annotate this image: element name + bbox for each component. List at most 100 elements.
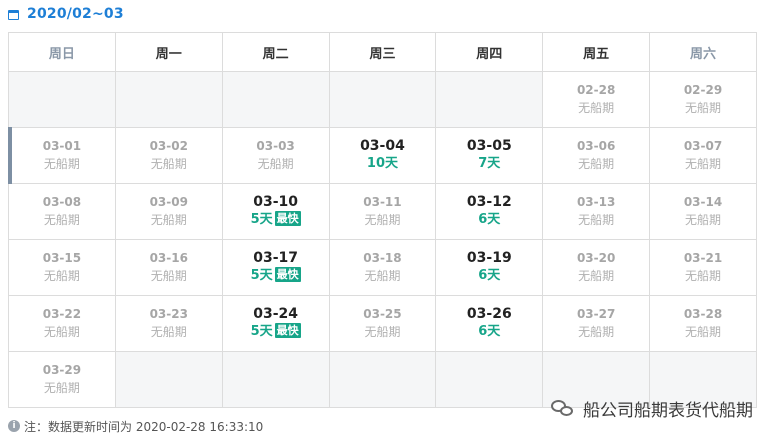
day-date: 03-29 bbox=[42, 363, 82, 377]
day-date: 03-26 bbox=[466, 306, 512, 322]
no-sailing-label: 无船期 bbox=[543, 99, 649, 117]
transit-days: 10天 bbox=[330, 155, 436, 173]
day-status-text: 6天 bbox=[478, 212, 501, 227]
calendar-day-cell: 03-21 无船期 bbox=[649, 239, 757, 296]
day-date: 03-20 bbox=[576, 251, 616, 265]
no-sailing-label: 无船期 bbox=[9, 323, 115, 341]
day-date: 03-09 bbox=[149, 195, 188, 209]
day-date: 03-03 bbox=[256, 139, 295, 153]
weekday-thu: 周四 bbox=[435, 32, 544, 72]
day-date: 03-23 bbox=[149, 307, 188, 321]
calendar-day-cell: 03-02 无船期 bbox=[114, 127, 223, 184]
day-status-text: 7天 bbox=[478, 156, 501, 171]
day-status-text: 无船期 bbox=[578, 213, 615, 227]
weekday-sat: 周六 bbox=[649, 32, 757, 72]
day-status-text: 6天 bbox=[478, 268, 501, 283]
weekday-fri: 周五 bbox=[542, 32, 651, 72]
calendar-day-cell: 03-25 无船期 bbox=[328, 295, 437, 352]
day-status-text: 无船期 bbox=[364, 213, 401, 227]
calendar-day-cell: 03-11 无船期 bbox=[328, 183, 437, 240]
no-sailing-label: 无船期 bbox=[223, 155, 329, 173]
day-date: 03-04 bbox=[360, 138, 405, 154]
transit-days: 6天 bbox=[436, 267, 542, 285]
calendar-day-cell: 02-29 无船期 bbox=[649, 71, 757, 128]
fastest-badge: 最快 bbox=[274, 323, 301, 338]
watermark-text: 船公司船期表货代船期 bbox=[583, 401, 753, 421]
day-status-text: 无船期 bbox=[43, 269, 80, 283]
calendar-day-cell: 03-08 无船期 bbox=[8, 183, 116, 240]
calendar-day-cell: 03-16 无船期 bbox=[114, 239, 223, 296]
calendar-empty-cell bbox=[8, 71, 116, 128]
calendar-day-cell: 03-22 无船期 bbox=[8, 295, 116, 352]
calendar-day-cell[interactable]: 03-12 6天 bbox=[435, 183, 544, 240]
calendar-empty-cell bbox=[114, 351, 223, 408]
day-status-text: 无船期 bbox=[43, 157, 80, 171]
day-date: 02-28 bbox=[576, 83, 616, 97]
calendar-day-cell: 03-07 无船期 bbox=[649, 127, 757, 184]
weekday-tue: 周二 bbox=[221, 32, 330, 72]
fastest-badge: 最快 bbox=[274, 211, 301, 226]
no-sailing-label: 无船期 bbox=[543, 323, 649, 341]
note-prefix: 注： bbox=[24, 419, 49, 434]
day-status-text: 无船期 bbox=[43, 213, 80, 227]
day-date: 03-28 bbox=[683, 307, 723, 321]
no-sailing-label: 无船期 bbox=[116, 155, 222, 173]
fastest-badge: 最快 bbox=[274, 267, 301, 282]
current-week-marker bbox=[8, 127, 12, 184]
no-sailing-label: 无船期 bbox=[330, 267, 436, 285]
calendar-empty-cell bbox=[435, 71, 544, 128]
day-status-text: 5天 bbox=[250, 324, 273, 339]
day-status-text: 5天 bbox=[250, 212, 273, 227]
calendar-day-cell[interactable]: 03-10 5天 最快 bbox=[221, 183, 330, 240]
no-sailing-label: 无船期 bbox=[9, 155, 115, 173]
month-range-title: 2020/02~03 bbox=[27, 6, 124, 22]
day-status-text: 无船期 bbox=[364, 269, 401, 283]
calendar-empty-cell bbox=[221, 351, 330, 408]
calendar-empty-cell bbox=[435, 351, 544, 408]
day-date: 03-24 bbox=[253, 306, 298, 322]
no-sailing-label: 无船期 bbox=[9, 211, 115, 229]
footer-note: i 注： 数据更新时间为 2020-02-28 16:33:10 bbox=[8, 417, 263, 435]
day-date: 02-29 bbox=[683, 83, 723, 97]
no-sailing-label: 无船期 bbox=[650, 267, 756, 285]
weekday-header-row: 周日 周一 周二 周三 周四 周五 周六 bbox=[8, 32, 757, 72]
calendar-day-cell[interactable]: 03-04 10天 bbox=[328, 127, 437, 184]
day-date: 03-19 bbox=[466, 250, 512, 266]
transit-days: 5天 最快 bbox=[223, 267, 329, 285]
no-sailing-label: 无船期 bbox=[116, 323, 222, 341]
day-date: 03-18 bbox=[363, 251, 402, 265]
calendar-day-cell: 03-14 无船期 bbox=[649, 183, 757, 240]
day-date: 03-16 bbox=[149, 251, 188, 265]
calendar-empty-cell bbox=[221, 71, 330, 128]
calendar-day-cell[interactable]: 03-17 5天 最快 bbox=[221, 239, 330, 296]
calendar-header: 2020/02~03 bbox=[8, 4, 124, 24]
calendar-day-cell: 03-01 无船期 bbox=[8, 127, 116, 184]
calendar-day-cell[interactable]: 03-19 6天 bbox=[435, 239, 544, 296]
day-date: 03-12 bbox=[466, 194, 512, 210]
transit-days: 5天 最快 bbox=[223, 211, 329, 229]
calendar-day-cell[interactable]: 03-24 5天 最快 bbox=[221, 295, 330, 352]
transit-days: 6天 bbox=[436, 211, 542, 229]
day-status-text: 无船期 bbox=[150, 213, 187, 227]
calendar-day-cell: 03-27 无船期 bbox=[542, 295, 651, 352]
day-date: 03-14 bbox=[683, 195, 723, 209]
no-sailing-label: 无船期 bbox=[543, 155, 649, 173]
no-sailing-label: 无船期 bbox=[543, 211, 649, 229]
day-status-text: 无船期 bbox=[578, 101, 615, 115]
day-date: 03-13 bbox=[576, 195, 616, 209]
day-date: 03-06 bbox=[576, 139, 616, 153]
day-status-text: 无船期 bbox=[150, 325, 187, 339]
calendar-day-cell[interactable]: 03-05 7天 bbox=[435, 127, 544, 184]
calendar-day-cell: 03-09 无船期 bbox=[114, 183, 223, 240]
sailing-calendar: 周日 周一 周二 周三 周四 周五 周六 02-28 无船期 02-29 无船期 03-… bbox=[8, 32, 757, 408]
transit-days: 6天 bbox=[436, 323, 542, 341]
calendar-empty-cell bbox=[328, 71, 437, 128]
calendar-empty-cell bbox=[328, 351, 437, 408]
day-date: 03-08 bbox=[42, 195, 82, 209]
day-status-text: 6天 bbox=[478, 324, 501, 339]
day-status-text: 无船期 bbox=[578, 325, 615, 339]
calendar-day-cell[interactable]: 03-26 6天 bbox=[435, 295, 544, 352]
calendar-day-cell: 03-18 无船期 bbox=[328, 239, 437, 296]
day-status-text: 5天 bbox=[250, 268, 273, 283]
day-status-text: 无船期 bbox=[150, 269, 187, 283]
